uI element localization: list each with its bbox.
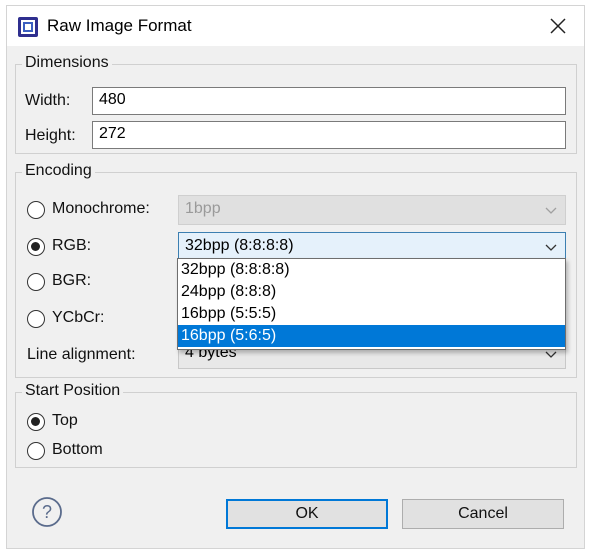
width-label: Width: xyxy=(25,92,71,109)
height-label: Height: xyxy=(25,127,76,144)
monochrome-label: Monochrome: xyxy=(52,200,150,217)
dropdown-option[interactable]: 32bpp (8:8:8:8) xyxy=(178,259,565,281)
encoding-legend: Encoding xyxy=(22,162,95,180)
dropdown-option[interactable]: 16bpp (5:5:5) xyxy=(178,303,565,325)
monochrome-bpp-value: 1bpp xyxy=(185,200,221,217)
app-icon xyxy=(18,17,38,37)
rgb-bpp-value: 32bpp (8:8:8:8) xyxy=(185,237,294,254)
rgb-bpp-dropdown-list: 32bpp (8:8:8:8) 24bpp (8:8:8) 16bpp (5:5… xyxy=(177,258,566,350)
height-field[interactable]: 272 xyxy=(92,121,566,149)
monochrome-radio[interactable] xyxy=(27,201,45,219)
line-alignment-label: Line alignment: xyxy=(27,346,136,363)
top-label: Top xyxy=(52,412,78,429)
start-position-group: Start Position Top Bottom xyxy=(15,382,577,468)
dimensions-legend: Dimensions xyxy=(22,54,112,72)
cancel-button[interactable]: Cancel xyxy=(402,499,564,529)
title-bar: Raw Image Format xyxy=(7,6,584,46)
ok-button[interactable]: OK xyxy=(226,499,388,529)
window-title: Raw Image Format xyxy=(47,16,192,35)
monochrome-bpp-combo: 1bpp xyxy=(178,195,566,225)
chevron-down-icon xyxy=(545,351,557,358)
close-icon[interactable] xyxy=(544,12,572,40)
dropdown-option[interactable]: 24bpp (8:8:8) xyxy=(178,281,565,303)
chevron-down-icon xyxy=(545,244,557,251)
dropdown-option-highlighted[interactable]: 16bpp (5:6:5) xyxy=(178,325,565,347)
dimensions-group: Dimensions Width: 480 Height: 272 xyxy=(15,54,577,154)
start-position-legend: Start Position xyxy=(22,382,124,400)
top-radio[interactable] xyxy=(27,413,45,431)
bottom-radio[interactable] xyxy=(27,442,45,460)
raw-image-format-dialog: Raw Image Format Dimensions Width: 480 H… xyxy=(6,5,585,549)
chevron-down-icon xyxy=(545,207,557,214)
ycbcr-radio[interactable] xyxy=(27,310,45,328)
bgr-radio[interactable] xyxy=(27,273,45,291)
svg-text:?: ? xyxy=(42,502,52,522)
rgb-radio[interactable] xyxy=(27,238,45,256)
width-field[interactable]: 480 xyxy=(92,87,566,115)
bottom-label: Bottom xyxy=(52,441,103,458)
rgb-label: RGB: xyxy=(52,237,92,254)
help-icon[interactable]: ? xyxy=(31,496,63,528)
ycbcr-label: YCbCr: xyxy=(52,309,105,326)
bgr-label: BGR: xyxy=(52,272,92,289)
